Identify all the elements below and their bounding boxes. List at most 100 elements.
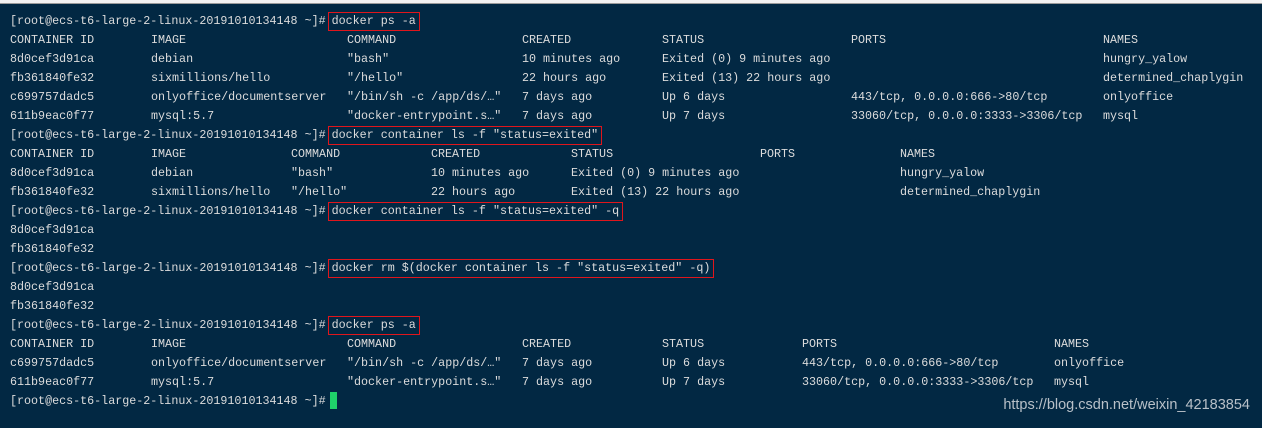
table-cell: 611b9eac0f77 bbox=[10, 375, 95, 389]
column-header: STATUS bbox=[662, 33, 705, 47]
table-cell: 10 minutes ago bbox=[431, 166, 530, 180]
table-row: c699757dadc5 onlyoffice/documentserver "/b… bbox=[10, 354, 1260, 373]
table-row: fb361840fe32 sixmillions/hello "/hello" 22 … bbox=[10, 69, 1260, 88]
table-cell: Up 7 days bbox=[662, 109, 726, 123]
column-header: STATUS bbox=[662, 337, 705, 351]
table-header-row: CONTAINER ID IMAGE COMMAND CREATED STATUS POR… bbox=[10, 31, 1260, 50]
table-cell: "bash" bbox=[347, 52, 390, 66]
prompt-line: [root@ecs-t6-large-2-linux-2019101013414… bbox=[10, 316, 1260, 335]
terminal-output[interactable]: [root@ecs-t6-large-2-linux-2019101013414… bbox=[10, 12, 1260, 411]
table-cell: 611b9eac0f77 bbox=[10, 109, 95, 123]
table-cell: Up 6 days bbox=[662, 90, 726, 104]
table-cell: 7 days ago bbox=[522, 109, 593, 123]
table-cell: 22 hours ago bbox=[522, 71, 607, 85]
column-header: NAMES bbox=[900, 147, 936, 161]
table-cell: fb361840fe32 bbox=[10, 185, 95, 199]
column-header: CREATED bbox=[522, 33, 572, 47]
table-cell: mysql:5.7 bbox=[151, 109, 215, 123]
table-cell: 443/tcp, 0.0.0.0:666->80/tcp bbox=[851, 90, 1048, 104]
table-cell: sixmillions/hello bbox=[151, 185, 271, 199]
table-cell: sixmillions/hello bbox=[151, 71, 271, 85]
column-header: STATUS bbox=[571, 147, 614, 161]
shell-prompt: [root@ecs-t6-large-2-linux-2019101013414… bbox=[10, 14, 326, 28]
table-cell: mysql bbox=[1103, 109, 1139, 123]
table-cell: Up 7 days bbox=[662, 375, 726, 389]
window-top-edge bbox=[0, 0, 1262, 4]
table-cell: 33060/tcp, 0.0.0.0:3333->3306/tcp bbox=[851, 109, 1083, 123]
table-cell: "docker-entrypoint.s…" bbox=[347, 375, 502, 389]
table-cell: onlyoffice/documentserver bbox=[151, 356, 327, 370]
table-row: 611b9eac0f77 mysql:5.7 "docker-entrypoint.… bbox=[10, 107, 1260, 126]
table-cell: hungry_yalow bbox=[1103, 52, 1188, 66]
output-line: 8d0cef3d91ca bbox=[10, 280, 95, 294]
table-cell: "docker-entrypoint.s…" bbox=[347, 109, 502, 123]
column-header: NAMES bbox=[1054, 337, 1090, 351]
prompt-line: [root@ecs-t6-large-2-linux-2019101013414… bbox=[10, 259, 1260, 278]
highlighted-command: docker ps -a bbox=[327, 316, 420, 335]
table-row: 611b9eac0f77 mysql:5.7 "docker-entrypoint.… bbox=[10, 373, 1260, 392]
table-cell: c699757dadc5 bbox=[10, 356, 95, 370]
table-cell: mysql:5.7 bbox=[151, 375, 215, 389]
table-cell: onlyoffice/documentserver bbox=[151, 90, 327, 104]
table-cell: debian bbox=[151, 166, 194, 180]
table-cell: "/bin/sh -c /app/ds/…" bbox=[347, 356, 502, 370]
column-header: COMMAND bbox=[347, 337, 397, 351]
prompt-line: [root@ecs-t6-large-2-linux-2019101013414… bbox=[10, 202, 1260, 221]
output-line: 8d0cef3d91ca bbox=[10, 223, 95, 237]
column-header: CREATED bbox=[522, 337, 572, 351]
table-cell: 8d0cef3d91ca bbox=[10, 166, 95, 180]
shell-prompt: [root@ecs-t6-large-2-linux-2019101013414… bbox=[10, 318, 326, 332]
shell-prompt: [root@ecs-t6-large-2-linux-2019101013414… bbox=[10, 261, 326, 275]
table-cell: 7 days ago bbox=[522, 375, 593, 389]
table-cell: 8d0cef3d91ca bbox=[10, 52, 95, 66]
table-cell: onlyoffice bbox=[1054, 356, 1125, 370]
table-cell: c699757dadc5 bbox=[10, 90, 95, 104]
output-line: fb361840fe32 bbox=[10, 242, 95, 256]
column-header: PORTS bbox=[851, 33, 887, 47]
table-cell: mysql bbox=[1054, 375, 1090, 389]
column-header: CONTAINER ID bbox=[10, 33, 95, 47]
table-cell: "/bin/sh -c /app/ds/…" bbox=[347, 90, 502, 104]
table-row: fb361840fe32 sixmillions/hello "/hello" 22 … bbox=[10, 183, 1260, 202]
table-cell: "/hello" bbox=[291, 185, 348, 199]
table-cell: 443/tcp, 0.0.0.0:666->80/tcp bbox=[802, 356, 999, 370]
highlighted-command: docker container ls -f "status=exited" -… bbox=[327, 202, 624, 221]
shell-prompt: [root@ecs-t6-large-2-linux-2019101013414… bbox=[10, 394, 326, 408]
table-cell: hungry_yalow bbox=[900, 166, 985, 180]
table-cell: determined_chaplygin bbox=[1103, 71, 1244, 85]
table-cell: 33060/tcp, 0.0.0.0:3333->3306/tcp bbox=[802, 375, 1034, 389]
highlighted-command: docker rm $(docker container ls -f "stat… bbox=[327, 259, 715, 278]
table-cell: 7 days ago bbox=[522, 90, 593, 104]
highlighted-command: docker container ls -f "status=exited" bbox=[327, 126, 603, 145]
column-header: CONTAINER ID bbox=[10, 337, 95, 351]
watermark: https://blog.csdn.net/weixin_42183854 bbox=[1003, 397, 1250, 413]
table-cell: onlyoffice bbox=[1103, 90, 1174, 104]
column-header: PORTS bbox=[760, 147, 796, 161]
shell-prompt: [root@ecs-t6-large-2-linux-2019101013414… bbox=[10, 204, 326, 218]
table-cell: "/hello" bbox=[347, 71, 404, 85]
shell-prompt: [root@ecs-t6-large-2-linux-2019101013414… bbox=[10, 128, 326, 142]
table-header-row: CONTAINER ID IMAGE COMMAND CREATED STATUS POR… bbox=[10, 145, 1260, 164]
column-header: NAMES bbox=[1103, 33, 1139, 47]
column-header: CONTAINER ID bbox=[10, 147, 95, 161]
table-cell: 7 days ago bbox=[522, 356, 593, 370]
table-cell: debian bbox=[151, 52, 194, 66]
table-cell: Exited (13) 22 hours ago bbox=[571, 185, 740, 199]
table-cell: fb361840fe32 bbox=[10, 71, 95, 85]
table-cell: 22 hours ago bbox=[431, 185, 516, 199]
table-cell: "bash" bbox=[291, 166, 334, 180]
table-cell: Exited (13) 22 hours ago bbox=[662, 71, 831, 85]
column-header: CREATED bbox=[431, 147, 481, 161]
column-header: IMAGE bbox=[151, 147, 187, 161]
table-cell: Exited (0) 9 minutes ago bbox=[571, 166, 740, 180]
column-header: COMMAND bbox=[291, 147, 341, 161]
table-row: c699757dadc5 onlyoffice/documentserver "/b… bbox=[10, 88, 1260, 107]
table-cell: determined_chaplygin bbox=[900, 185, 1041, 199]
column-header: IMAGE bbox=[151, 33, 187, 47]
column-header: IMAGE bbox=[151, 337, 187, 351]
column-header: PORTS bbox=[802, 337, 838, 351]
table-cell: Exited (0) 9 minutes ago bbox=[662, 52, 831, 66]
column-header: COMMAND bbox=[347, 33, 397, 47]
table-row: 8d0cef3d91ca debian "bash" 10 minutes ago Ex… bbox=[10, 50, 1260, 69]
text-cursor[interactable] bbox=[329, 392, 337, 410]
